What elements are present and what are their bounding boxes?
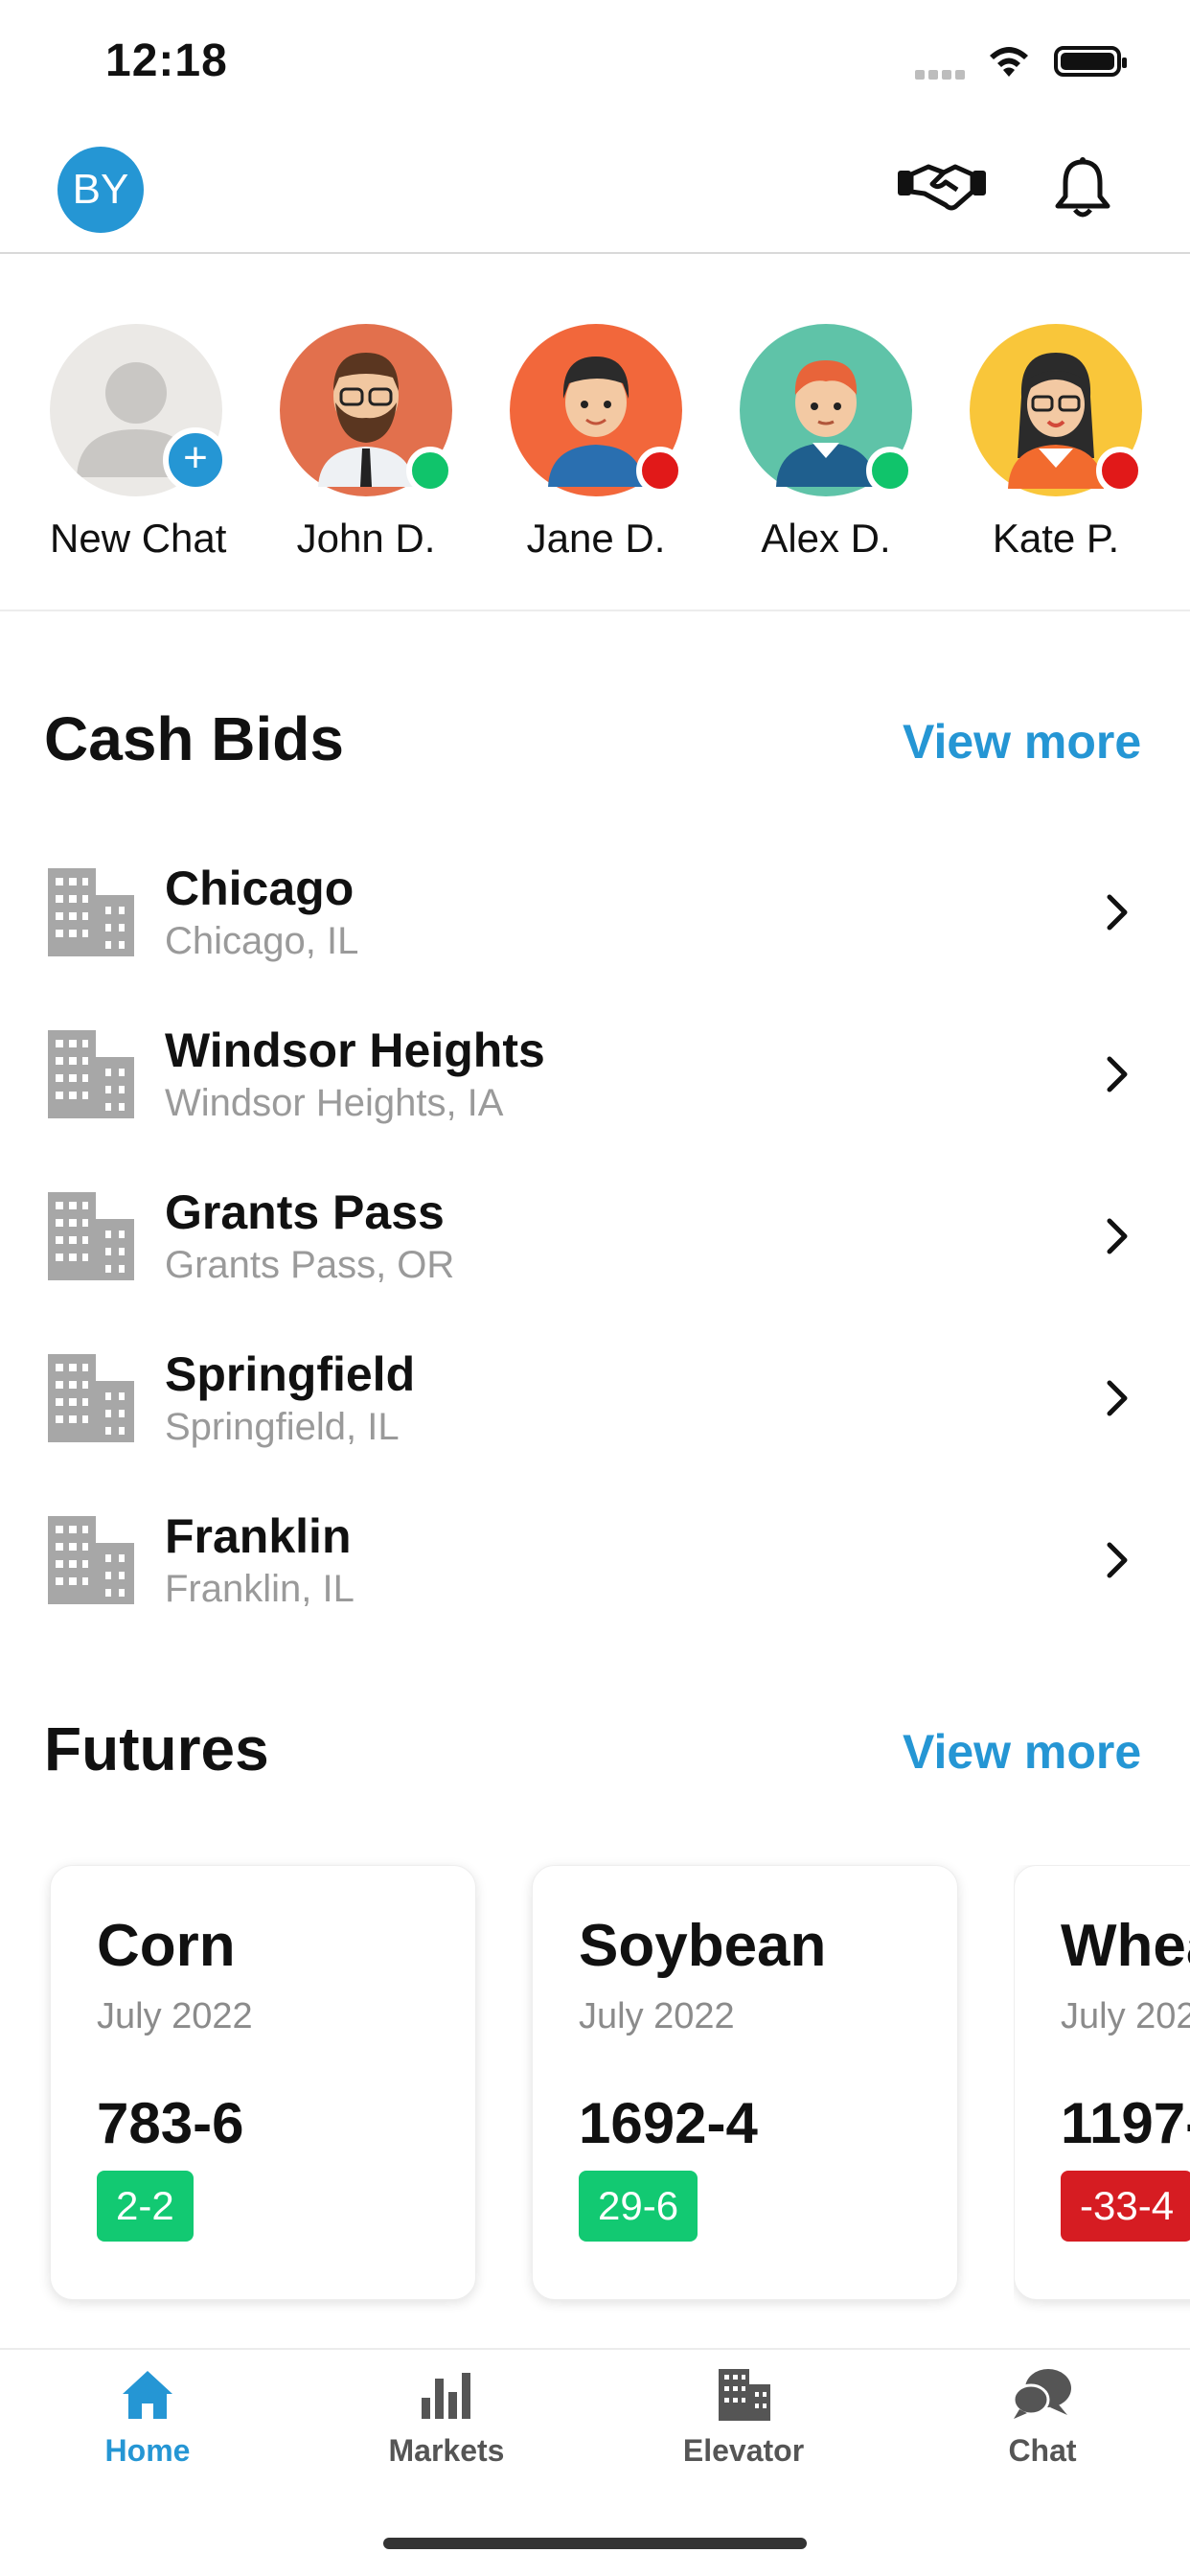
- tab-chat[interactable]: Chat: [937, 2367, 1148, 2469]
- kate-avatar: [970, 324, 1144, 496]
- futures-commodity: Corn: [97, 1913, 236, 1979]
- building-icon: [48, 1516, 134, 1609]
- offline-indicator: [1096, 447, 1144, 494]
- futures-date: July 2022: [579, 1996, 735, 2036]
- story-name: John D.: [296, 516, 436, 561]
- plus-icon: +: [163, 427, 228, 493]
- stories-divider: [0, 610, 1190, 611]
- futures-price: 1197-4: [1061, 2091, 1190, 2155]
- cash-bid-row[interactable]: Grants Pass Grants Pass, OR: [0, 1184, 1190, 1346]
- story-name: Alex D.: [761, 516, 891, 561]
- cash-bid-location: Chicago, IL: [165, 920, 359, 962]
- cash-bids-title: Cash Bids: [44, 704, 344, 773]
- jane-avatar: [510, 324, 684, 496]
- chevron-right-icon: [1104, 891, 1133, 938]
- cash-bid-name: Chicago: [165, 862, 355, 915]
- story-name: Kate P.: [992, 516, 1120, 561]
- tab-label: Home: [104, 2433, 191, 2468]
- cash-bid-location: Franklin, IL: [165, 1568, 355, 1610]
- cash-bid-name: Windsor Heights: [165, 1024, 545, 1077]
- cash-bid-row[interactable]: Springfield Springfield, IL: [0, 1346, 1190, 1507]
- handshake-icon[interactable]: [896, 153, 988, 220]
- status-time: 12:18: [105, 35, 228, 86]
- story-jane[interactable]: Jane D.: [510, 324, 684, 562]
- cash-bid-location: Windsor Heights, IA: [165, 1082, 504, 1124]
- futures-commodity: Soybean: [579, 1913, 827, 1979]
- futures-date: July 2022: [97, 1996, 253, 2036]
- cash-bids-view-more-link[interactable]: View more: [903, 714, 1141, 770]
- cash-bid-location: Springfield, IL: [165, 1406, 400, 1448]
- futures-change-badge: 2-2: [97, 2171, 194, 2242]
- chevron-right-icon: [1104, 1053, 1133, 1100]
- tab-markets[interactable]: Markets: [341, 2367, 552, 2469]
- chevron-right-icon: [1104, 1215, 1133, 1262]
- tab-label: Chat: [1008, 2433, 1077, 2468]
- user-avatar[interactable]: BY: [57, 147, 144, 233]
- header-divider: [0, 252, 1190, 254]
- futures-price: 783-6: [97, 2091, 244, 2155]
- chevron-right-icon: [1104, 1539, 1133, 1586]
- cash-bid-row[interactable]: Windsor Heights Windsor Heights, IA: [0, 1023, 1190, 1184]
- building-icon: [719, 2369, 770, 2421]
- offline-indicator: [636, 447, 684, 494]
- story-john[interactable]: John D.: [280, 324, 454, 562]
- story-kate[interactable]: Kate P.: [970, 324, 1144, 562]
- new-chat-avatar: +: [50, 324, 228, 496]
- story-name: New Chat: [50, 516, 227, 561]
- home-indicator: [383, 2538, 807, 2549]
- futures-view-more-link[interactable]: View more: [903, 1724, 1141, 1780]
- cash-bid-location: Grants Pass, OR: [165, 1244, 455, 1286]
- story-name: Jane D.: [526, 516, 666, 561]
- cellular-signal-icon: [915, 67, 969, 84]
- futures-date: July 2022: [1061, 1996, 1190, 2036]
- cash-bid-row[interactable]: Chicago Chicago, IL: [0, 861, 1190, 1022]
- futures-card[interactable]: Soybean July 2022 1692-4 29-6: [532, 1865, 958, 2300]
- home-icon: [123, 2371, 172, 2419]
- battery-icon: [1054, 46, 1127, 77]
- wifi-icon: [985, 42, 1033, 85]
- tab-elevator[interactable]: Elevator: [638, 2367, 849, 2469]
- futures-card[interactable]: Corn July 2022 783-6 2-2: [50, 1865, 476, 2300]
- story-new-chat[interactable]: + New Chat: [50, 324, 228, 562]
- building-icon: [48, 868, 134, 961]
- cash-bid-row[interactable]: Franklin Franklin, IL: [0, 1508, 1190, 1669]
- cash-bid-name: Springfield: [165, 1347, 416, 1401]
- chat-icon: [1012, 2369, 1071, 2419]
- online-indicator: [406, 447, 454, 494]
- john-avatar: [280, 324, 454, 496]
- story-alex[interactable]: Alex D.: [740, 324, 914, 562]
- bell-icon[interactable]: [1049, 153, 1116, 222]
- building-icon: [48, 1030, 134, 1123]
- tab-label: Markets: [388, 2433, 505, 2468]
- tab-label: Elevator: [682, 2433, 805, 2468]
- futures-commodity: Wheat: [1061, 1913, 1190, 1979]
- tab-home[interactable]: Home: [42, 2367, 253, 2469]
- building-icon: [48, 1354, 134, 1447]
- tab-bar-divider: [0, 2348, 1190, 2350]
- futures-price: 1692-4: [579, 2091, 758, 2155]
- chevron-right-icon: [1104, 1377, 1133, 1424]
- bar-chart-icon: [422, 2373, 470, 2419]
- futures-change-badge: -33-4: [1061, 2171, 1190, 2242]
- futures-title: Futures: [44, 1714, 269, 1783]
- futures-card-clip: Wheat July 2022 1197-4 -33-4: [1014, 1865, 1190, 2315]
- alex-avatar: [740, 324, 914, 496]
- futures-change-badge: 29-6: [579, 2171, 698, 2242]
- cash-bid-name: Grants Pass: [165, 1185, 445, 1239]
- online-indicator: [866, 447, 914, 494]
- building-icon: [48, 1192, 134, 1285]
- futures-card[interactable]: Wheat July 2022 1197-4 -33-4: [1014, 1865, 1190, 2300]
- cash-bid-name: Franklin: [165, 1509, 352, 1563]
